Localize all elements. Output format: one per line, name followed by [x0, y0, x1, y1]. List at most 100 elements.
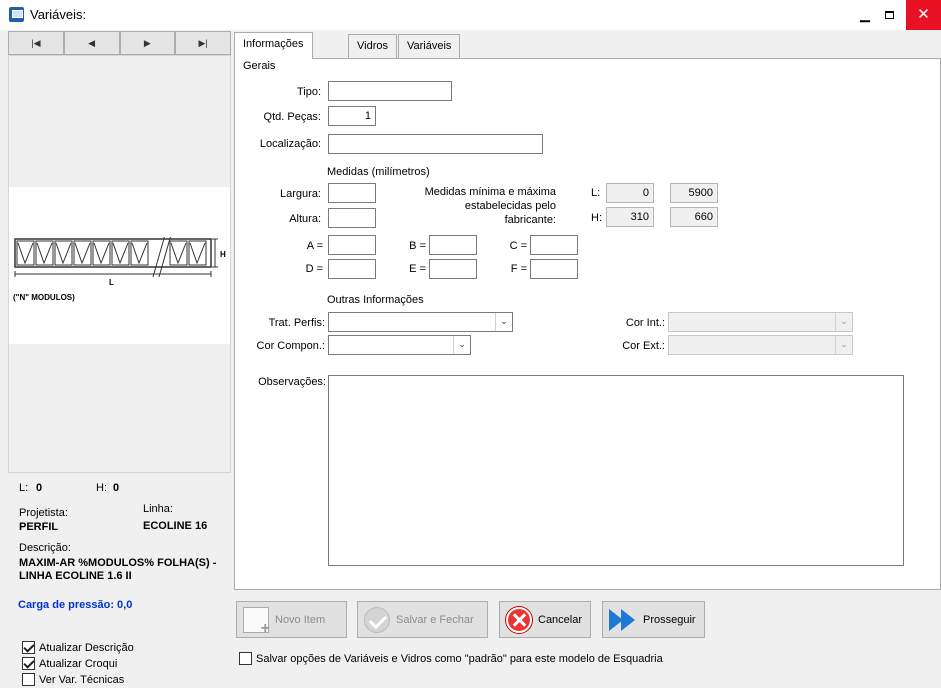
cancel-icon: [506, 606, 532, 633]
qtd-pecas-field[interactable]: 1: [328, 106, 376, 126]
l-label: L:: [19, 482, 29, 494]
fab-l-max-field: 5900: [670, 183, 718, 203]
cor-int-label: Cor Int.:: [625, 317, 665, 329]
ver-var-tecnicas-option[interactable]: Ver Var. Técnicas: [22, 673, 124, 686]
length-mark: L: [109, 278, 114, 287]
last-record-button[interactable]: ▶|: [175, 31, 231, 55]
altura-label: Altura:: [289, 213, 321, 225]
e-field[interactable]: [429, 259, 477, 279]
first-record-button[interactable]: |◀: [8, 31, 64, 55]
linha-label: Linha:: [143, 503, 173, 515]
cancelar-label: Cancelar: [538, 613, 583, 626]
f-field[interactable]: [530, 259, 578, 279]
linha-value: ECOLINE 16: [143, 520, 208, 532]
new-item-icon: [243, 606, 270, 638]
observacoes-textarea[interactable]: [328, 375, 904, 566]
ver-var-tecnicas-checkbox[interactable]: [22, 673, 35, 686]
fabricante-text-line1: Medidas mínima e máxima: [424, 186, 556, 198]
height-mark: H: [220, 250, 226, 259]
window-title: Variáveis:: [30, 7, 87, 22]
fab-l-label: L:: [591, 187, 601, 199]
cor-int-select[interactable]: ⌄: [668, 312, 853, 332]
prev-record-button[interactable]: ◀: [63, 31, 120, 55]
cancelar-button[interactable]: Cancelar: [499, 601, 591, 638]
salvar-padrao-option[interactable]: Salvar opções de Variáveis e Vidros como…: [239, 652, 663, 665]
trat-perfis-select[interactable]: ⌄: [328, 312, 513, 332]
app-icon: [9, 7, 24, 22]
chevron-down-icon[interactable]: ⌄: [495, 313, 512, 331]
ver-var-tecnicas-label: Ver Var. Técnicas: [39, 673, 125, 686]
fast-forward-icon: [609, 607, 637, 633]
observacoes-label: Observações:: [258, 376, 326, 388]
tab-variaveis[interactable]: Variáveis: [398, 34, 461, 58]
salvar-padrao-label: Salvar opções de Variáveis e Vidros como…: [256, 652, 663, 665]
altura-field[interactable]: [328, 208, 376, 228]
fab-h-label: H:: [591, 212, 602, 224]
projetista-value: PERFIL: [19, 521, 59, 533]
fab-h-max-field: 660: [670, 207, 718, 227]
window-preview: H L ("N" MODULOS): [8, 55, 231, 473]
f-label: F =: [510, 263, 527, 275]
tab-vidros[interactable]: Vidros: [348, 34, 397, 58]
carga-pressao: Carga de pressão: 0,0: [18, 599, 133, 611]
salvar-fechar-label: Salvar e Fechar: [396, 613, 474, 626]
cor-ext-label: Cor Ext.:: [622, 340, 665, 352]
largura-field[interactable]: [328, 183, 376, 203]
h-label: H:: [96, 482, 107, 494]
cor-ext-select[interactable]: ⌄: [668, 335, 853, 355]
maximize-button[interactable]: [872, 0, 906, 30]
h-value: 0: [113, 482, 120, 494]
prosseguir-button[interactable]: Prosseguir: [602, 601, 705, 638]
b-field[interactable]: [429, 235, 477, 255]
next-record-button[interactable]: ▶: [119, 31, 176, 55]
modules-label: ("N" MODULOS): [13, 293, 75, 302]
trat-perfis-label: Trat. Perfis:: [268, 317, 325, 329]
c-field[interactable]: [530, 235, 578, 255]
localizacao-label: Localização:: [259, 138, 321, 150]
chevron-down-icon[interactable]: ⌄: [835, 336, 852, 354]
atualizar-descricao-checkbox[interactable]: [22, 641, 35, 654]
atualizar-croqui-option[interactable]: Atualizar Croqui: [22, 657, 117, 670]
d-field[interactable]: [328, 259, 376, 279]
cor-compon-select[interactable]: ⌄: [328, 335, 471, 355]
chevron-down-icon[interactable]: ⌄: [835, 313, 852, 331]
tipo-field[interactable]: [328, 81, 452, 101]
atualizar-croqui-checkbox[interactable]: [22, 657, 35, 670]
descricao-line1: MAXIM-AR %MODULOS% FOLHA(S) -: [19, 557, 217, 569]
novo-item-label: Novo Item: [275, 613, 326, 626]
atualizar-descricao-label: Atualizar Descrição: [39, 641, 134, 654]
preview-canvas: H L ("N" MODULOS): [9, 187, 230, 344]
d-label: D =: [305, 263, 323, 275]
title-bar: Variáveis: ▁ ✕: [0, 0, 941, 30]
cor-compon-label: Cor Compon.:: [256, 340, 325, 352]
largura-label: Largura:: [280, 188, 321, 200]
chevron-down-icon[interactable]: ⌄: [453, 336, 470, 354]
a-label: A =: [306, 240, 323, 252]
b-label: B =: [409, 240, 426, 252]
check-icon: [364, 606, 390, 633]
c-label: C =: [509, 240, 527, 252]
qtd-pecas-label: Qtd. Peças:: [263, 111, 321, 123]
novo-item-button[interactable]: Novo Item: [236, 601, 347, 638]
tab-informacoes-gerais[interactable]: Informações Gerais: [234, 32, 313, 72]
record-navigator: |◀ ◀ ▶ ▶|: [8, 31, 231, 55]
l-value: 0: [36, 482, 43, 494]
descricao-label: Descrição:: [19, 542, 71, 554]
prosseguir-label: Prosseguir: [643, 613, 696, 626]
close-button[interactable]: ✕: [906, 0, 941, 30]
a-field[interactable]: [328, 235, 376, 255]
projetista-label: Projetista:: [19, 507, 68, 519]
salvar-fechar-button[interactable]: Salvar e Fechar: [357, 601, 488, 638]
atualizar-descricao-option[interactable]: Atualizar Descrição: [22, 641, 134, 654]
outras-informacoes-title: Outras Informações: [327, 294, 424, 306]
fabricante-text-line2: estabelecidas pelo: [464, 200, 556, 212]
fab-h-min-field: 310: [606, 207, 654, 227]
localizacao-field[interactable]: [328, 134, 543, 154]
fab-l-min-field: 0: [606, 183, 654, 203]
descricao-line2: LINHA ECOLINE 1.6 II: [19, 570, 132, 582]
salvar-padrao-checkbox[interactable]: [239, 652, 252, 665]
window-sketch: H L: [14, 237, 226, 287]
e-label: E =: [409, 263, 426, 275]
fabricante-text-line3: fabricante:: [504, 214, 556, 226]
maximize-icon: [884, 11, 894, 19]
